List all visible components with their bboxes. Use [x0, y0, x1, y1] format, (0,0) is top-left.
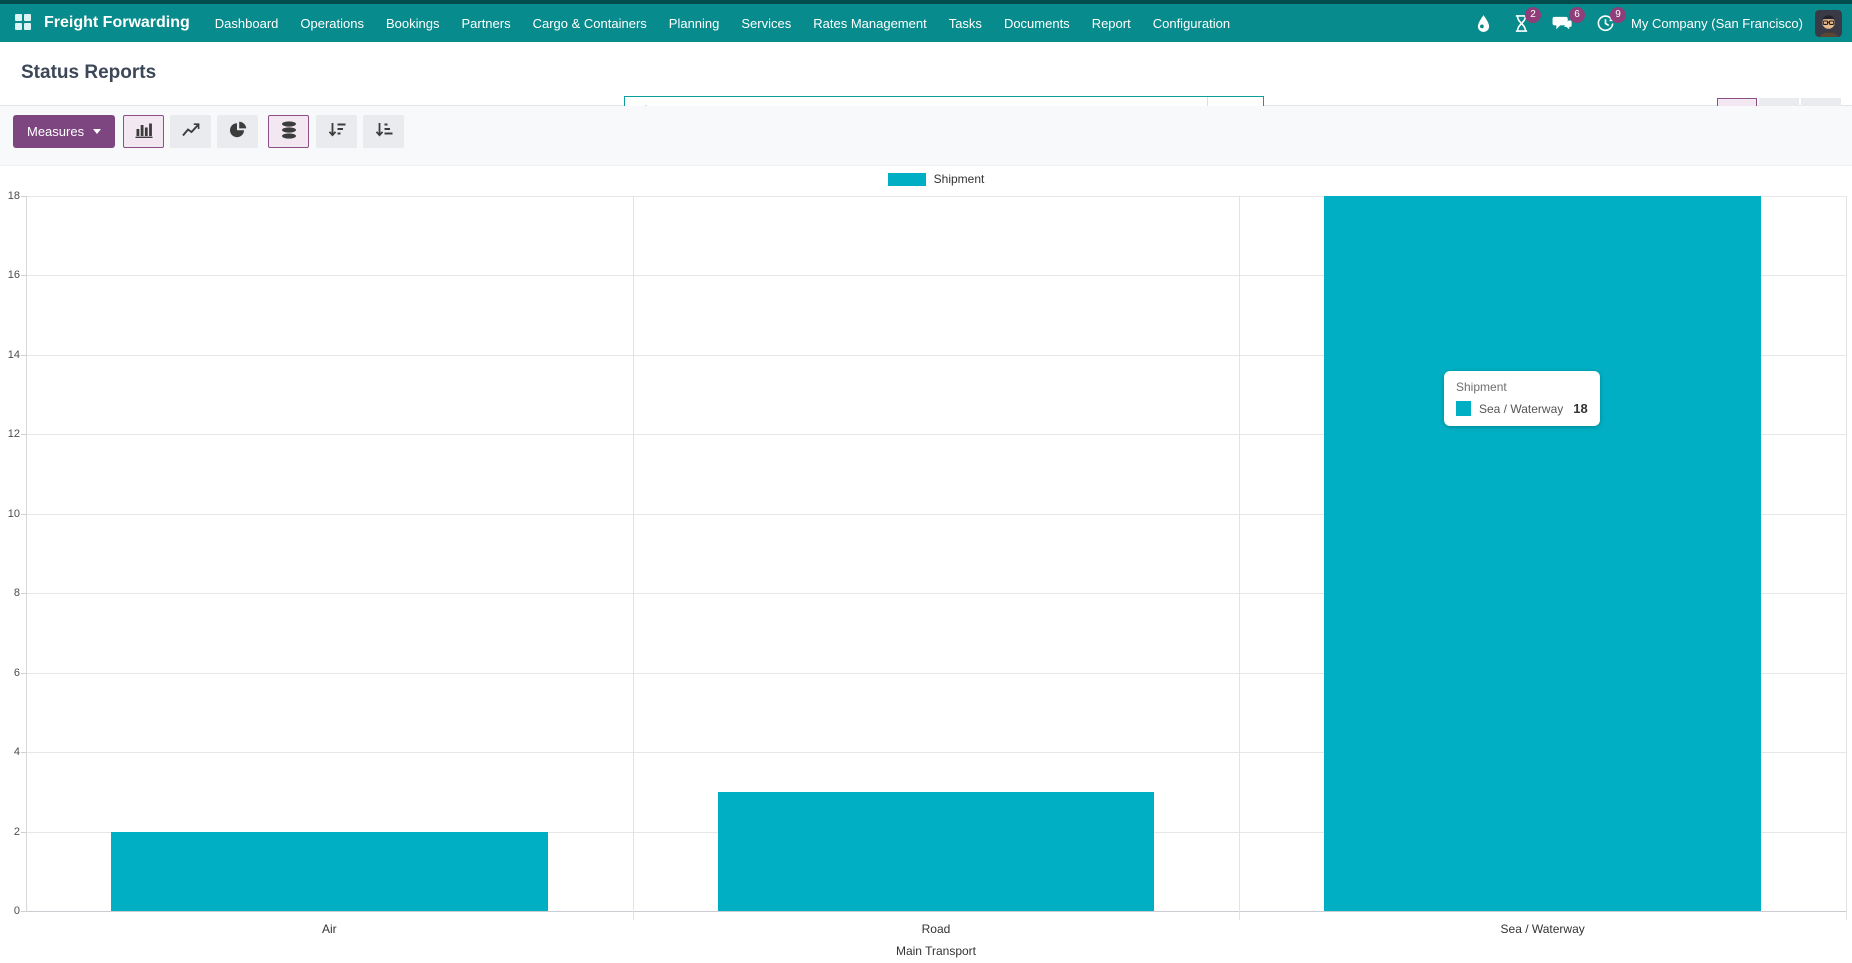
nav-item-planning[interactable]: Planning — [658, 4, 731, 42]
sort-descending-icon — [328, 122, 346, 141]
chart: Shipment 0 2 4 6 8 10 12 14 16 18 AirRoadSea / Wat… — [0, 166, 1852, 963]
y-axis-label: 10 — [0, 508, 20, 520]
legend-item[interactable]: Shipment — [888, 172, 985, 186]
nav-item-cargo-containers[interactable]: Cargo & Containers — [522, 4, 658, 42]
stacked-toggle-button[interactable] — [268, 115, 309, 148]
chart-type-bar-button[interactable] — [123, 115, 164, 148]
x-axis-label: Air — [26, 922, 633, 936]
measures-label: Measures — [27, 124, 84, 139]
nav-item-tasks[interactable]: Tasks — [938, 4, 993, 42]
legend-swatch — [888, 173, 926, 186]
app-brand[interactable]: Freight Forwarding — [44, 14, 190, 32]
gridline — [1846, 196, 1847, 920]
x-axis-title: Main Transport — [26, 944, 1846, 958]
company-menu[interactable]: My Company (San Francisco) — [1631, 16, 1803, 31]
bar-chart-icon — [135, 122, 153, 141]
sort-desc-button[interactable] — [316, 115, 357, 148]
pie-chart-icon — [229, 121, 247, 142]
x-axis-label: Road — [633, 922, 1240, 936]
nav-item-rates-management[interactable]: Rates Management — [802, 4, 937, 42]
nav-item-report[interactable]: Report — [1081, 4, 1142, 42]
notification-badge: 2 — [1525, 7, 1541, 23]
apps-menu-button[interactable] — [12, 11, 34, 36]
notification-badge: 9 — [1610, 7, 1626, 23]
x-axis-label: Sea / Waterway — [1239, 922, 1846, 936]
notification-badge: 6 — [1569, 7, 1585, 23]
water-drop-icon[interactable] — [1476, 14, 1491, 33]
nav-item-partners[interactable]: Partners — [450, 4, 521, 42]
nav-item-operations[interactable]: Operations — [289, 4, 375, 42]
avatar[interactable] — [1815, 10, 1842, 37]
y-axis-label: 0 — [0, 905, 20, 917]
y-axis-label: 12 — [0, 428, 20, 440]
y-axis-label: 14 — [0, 349, 20, 361]
bar-road[interactable] — [718, 792, 1155, 911]
app-window: Freight Forwarding DashboardOperationsBo… — [0, 0, 1852, 963]
sort-ascending-icon — [375, 122, 393, 141]
gridline — [1239, 196, 1240, 920]
chart-toolbar: Measures — [0, 106, 1852, 166]
bar-sea-waterway[interactable] — [1324, 196, 1761, 911]
main-menu: DashboardOperationsBookingsPartnersCargo… — [204, 4, 1241, 42]
systray: 2 6 9 — [1476, 14, 1615, 33]
apps-grid-icon — [14, 13, 32, 34]
nav-item-bookings[interactable]: Bookings — [375, 4, 450, 42]
activity-clock-icon[interactable]: 9 — [1596, 14, 1615, 33]
nav-item-dashboard[interactable]: Dashboard — [204, 4, 290, 42]
top-navbar: Freight Forwarding DashboardOperationsBo… — [0, 0, 1852, 42]
page-title: Status Reports — [21, 62, 156, 84]
chart-legend: Shipment — [26, 172, 1846, 186]
nav-item-documents[interactable]: Documents — [993, 4, 1081, 42]
y-axis-label: 18 — [0, 190, 20, 202]
chevron-down-icon — [93, 129, 101, 134]
measures-button[interactable]: Measures — [13, 115, 115, 148]
gridline — [26, 911, 1846, 912]
gridline — [633, 196, 634, 920]
y-axis-label: 16 — [0, 269, 20, 281]
messages-icon[interactable]: 6 — [1552, 14, 1574, 33]
line-chart-icon — [182, 122, 200, 141]
sort-asc-button[interactable] — [363, 115, 404, 148]
y-axis-label: 2 — [0, 826, 20, 838]
control-panel: Status Reports — [0, 42, 1852, 106]
legend-label: Shipment — [934, 172, 985, 186]
y-axis-label: 6 — [0, 667, 20, 679]
hourglass-icon[interactable]: 2 — [1513, 14, 1530, 33]
nav-item-services[interactable]: Services — [730, 4, 802, 42]
stack-icon — [281, 121, 297, 142]
y-axis-line — [26, 196, 27, 912]
chart-type-pie-button[interactable] — [217, 115, 258, 148]
chart-type-line-button[interactable] — [170, 115, 211, 148]
bar-air[interactable] — [111, 832, 548, 911]
y-axis-label: 8 — [0, 587, 20, 599]
nav-item-configuration[interactable]: Configuration — [1142, 4, 1241, 42]
y-axis-label: 4 — [0, 746, 20, 758]
